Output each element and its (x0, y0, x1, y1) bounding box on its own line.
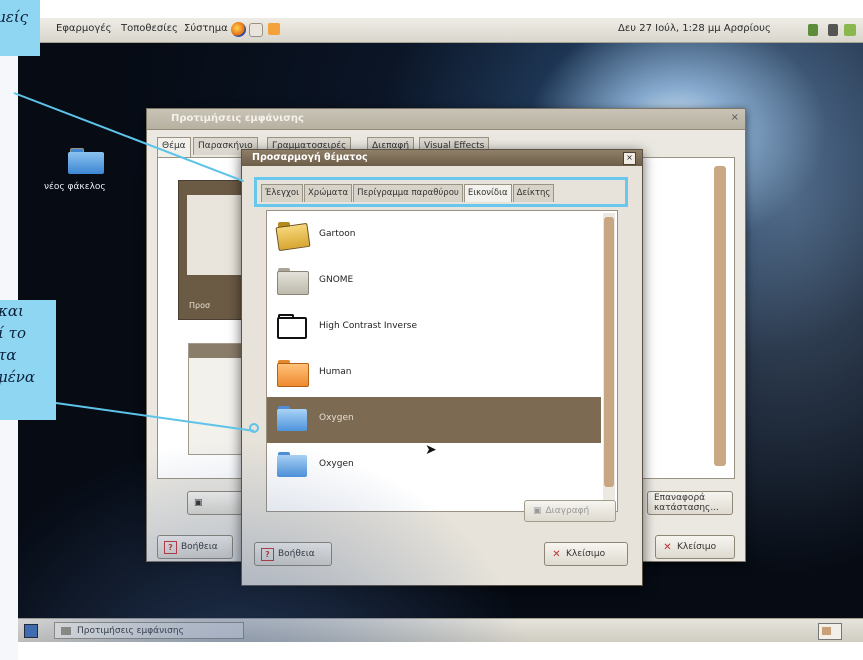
list-item[interactable]: GNOME (267, 259, 601, 305)
callout-top-text: μείς (0, 8, 29, 26)
callout-mid-line: μένα (0, 368, 36, 386)
tab-pointer[interactable]: Δείκτης (512, 184, 555, 202)
disk-icon: ▣ (533, 506, 542, 516)
theme-preview-thumbnail[interactable]: Προσ (178, 180, 250, 320)
taskbar-window-button[interactable]: Προτιμήσεις εμφάνισης (54, 622, 244, 639)
tab-controls[interactable]: Έλεγχοι (261, 184, 303, 202)
list-item[interactable]: Human (267, 351, 601, 397)
icon-theme-label: Human (319, 367, 352, 377)
folder-icon (277, 265, 309, 295)
list-item[interactable]: Oxygen (267, 443, 601, 489)
icon-theme-list: Gartoon GNOME High Contrast Inverse Huma… (266, 210, 618, 512)
tab-window-border[interactable]: Περίγραμμα παραθύρου (353, 184, 463, 202)
list-item[interactable]: Gartoon (267, 213, 601, 259)
theme-preview-label: Προσ (189, 301, 211, 310)
folder-icon (277, 357, 309, 387)
folder-icon (275, 219, 311, 252)
close-label: Κλείσιμο (566, 549, 606, 559)
disk-icon: ▣ (194, 498, 203, 508)
folder-icon (277, 449, 307, 479)
help-button[interactable]: ? Βοήθεια (157, 535, 233, 559)
help-icon[interactable] (268, 23, 280, 35)
firefox-icon[interactable] (231, 22, 246, 37)
help-icon: ? (261, 547, 274, 561)
appearance-window-title: Προτιμήσεις εμφάνισης (171, 113, 304, 124)
close-icon[interactable]: × (623, 152, 636, 165)
taskbar-window-label: Προτιμήσεις εμφάνισης (77, 625, 184, 636)
home-icon[interactable] (249, 23, 263, 37)
desktop-folder-label[interactable]: νέος φάκελος (44, 182, 106, 192)
help-button[interactable]: ? Βοήθεια (254, 542, 332, 566)
folder-icon (277, 403, 307, 433)
show-desktop-icon[interactable] (24, 624, 38, 638)
icon-list-scrollbar[interactable] (603, 213, 615, 507)
icon-theme-label: High Contrast Inverse (319, 321, 418, 331)
close-icon: ✕ (663, 541, 672, 553)
tab-colors[interactable]: Χρώματα (303, 184, 353, 202)
callout-mid-line: και (0, 302, 24, 320)
applications-menu[interactable]: Εφαρμογές (56, 23, 112, 34)
window-icon (61, 626, 71, 635)
help-label: Βοήθεια (181, 542, 218, 552)
session-icon[interactable] (844, 24, 856, 36)
mouse-pointer-icon: ➤ (425, 442, 437, 458)
update-icon[interactable] (808, 24, 818, 36)
folder-icon[interactable] (68, 148, 104, 174)
workspace-switcher[interactable] (818, 623, 842, 640)
customize-tabs: Έλεγχοι Χρώματα Περίγραμμα παραθύρου Εικ… (261, 184, 555, 202)
bottom-panel: Προτιμήσεις εμφάνισης (18, 618, 863, 642)
network-icon[interactable] (828, 24, 838, 36)
delete-label: Διαγραφή (545, 506, 590, 516)
help-icon: ? (164, 540, 177, 554)
top-panel: Εφαρμογές Τοποθεσίες Σύστημα Δευ 27 Ιούλ… (18, 18, 863, 43)
list-item-selected[interactable]: Oxygen (267, 397, 601, 443)
clock[interactable]: Δευ 27 Ιούλ, 1:28 μμ Αρσρίους (618, 23, 771, 34)
list-item[interactable]: High Contrast Inverse (267, 305, 601, 351)
tab-icons[interactable]: Εικονίδια (463, 184, 512, 202)
delete-button[interactable]: ▣ Διαγραφή (524, 500, 616, 522)
desktop-screen: Εφαρμογές Τοποθεσίες Σύστημα Δευ 27 Ιούλ… (18, 18, 863, 642)
close-button[interactable]: ✕ Κλείσιμο (655, 535, 735, 559)
icon-theme-label: Gartoon (319, 229, 356, 239)
customize-titlebar[interactable]: Προσαρμογή θέματος × (242, 150, 642, 166)
system-menu[interactable]: Σύστημα (184, 23, 228, 34)
icon-theme-label: Oxygen (319, 459, 354, 469)
restore-button[interactable]: Επαναφορά κατάστασης... (647, 491, 733, 515)
callout-mid-line: τα (0, 346, 17, 364)
callout-top: μείς (0, 0, 40, 56)
callout-dot (249, 423, 259, 433)
theme-list-scrollbar[interactable] (714, 166, 726, 466)
icon-theme-label: Oxygen (319, 413, 354, 423)
close-icon: ✕ (552, 548, 561, 560)
highlighted-tabs: Έλεγχοι Χρώματα Περίγραμμα παραθύρου Εικ… (254, 177, 628, 207)
install-button[interactable]: ▣ (187, 491, 257, 515)
icon-theme-label: GNOME (319, 275, 354, 285)
close-icon[interactable]: × (731, 112, 739, 123)
help-label: Βοήθεια (278, 549, 315, 559)
scrollbar-thumb[interactable] (604, 217, 614, 487)
restore-label: Επαναφορά κατάστασης... (654, 493, 719, 513)
callout-mid: και ί το τα μένα (0, 300, 56, 420)
folder-icon (277, 311, 307, 341)
customize-dialog-title: Προσαρμογή θέματος (252, 152, 368, 163)
places-menu[interactable]: Τοποθεσίες (121, 23, 178, 34)
close-label: Κλείσιμο (677, 542, 717, 552)
appearance-titlebar[interactable]: Προτιμήσεις εμφάνισης × (147, 109, 745, 130)
close-button[interactable]: ✕ Κλείσιμο (544, 542, 628, 566)
customize-theme-dialog: Προσαρμογή θέματος × Έλεγχοι Χρώματα Περ… (241, 149, 643, 586)
callout-mid-line: ί το (0, 324, 26, 342)
